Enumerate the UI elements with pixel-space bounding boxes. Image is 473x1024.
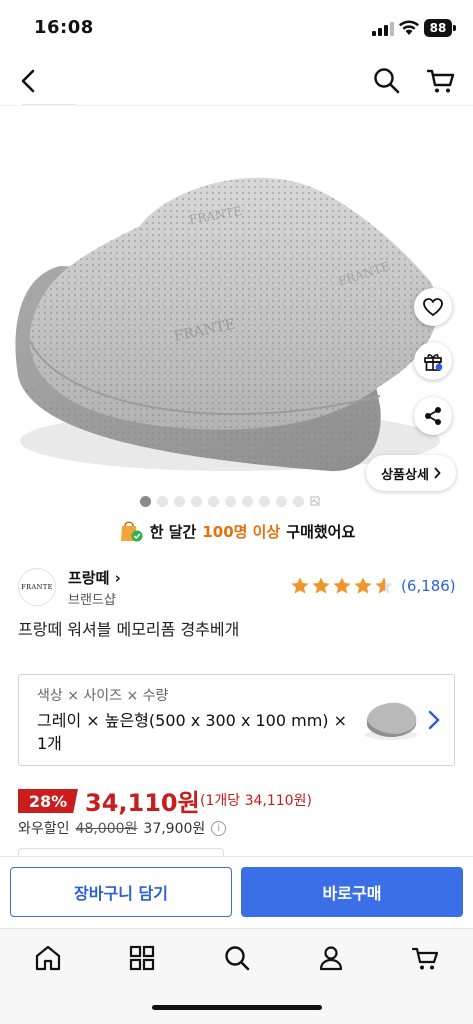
home-icon[interactable] [33,943,63,973]
gift-button[interactable] [414,342,452,380]
brand-logo-text: FRANTE [21,583,53,591]
carousel-pagination [140,495,320,507]
product-detail-label: 상품상세 [381,467,429,483]
brand-logo[interactable]: FRANTE [18,568,56,606]
buy-now-button[interactable]: 바로구매 [241,867,463,917]
add-to-cart-button[interactable]: 장바구니 담기 [10,867,232,917]
brand-shop-label: 브랜드샵 [68,593,116,608]
carousel-dot[interactable] [242,495,253,507]
search-icon[interactable] [370,64,404,98]
battery-indicator: 88 [424,19,456,37]
carousel-dot[interactable] [191,495,202,507]
signal-icon [372,22,394,36]
carousel-dot[interactable] [157,495,168,507]
wow-label: 와우할인 [18,821,70,837]
final-price: 34,110원 [85,789,200,817]
status-time: 16:08 [34,17,94,38]
original-price: 48,000원 [75,821,138,837]
carousel-dot[interactable] [208,495,219,507]
option-label: 색상 × 사이즈 × 수량 [37,688,169,704]
promo-suffix: 구매했어요 [286,522,356,541]
discount-badge: 28% [18,789,78,813]
back-icon[interactable] [14,64,44,98]
option-value: 그레이 × 높은형(500 x 300 x 100 mm) × 1개 [37,711,348,753]
chevron-right-icon [434,467,441,479]
heart-icon [423,298,443,317]
carousel-dot[interactable] [276,495,287,507]
gallery-icon[interactable] [310,496,320,506]
mypage-icon[interactable] [316,943,346,973]
gift-icon [424,354,443,371]
unit-price: (1개당 34,110원) [200,793,312,809]
shopping-bag-check-icon [120,521,143,542]
option-selector[interactable]: 색상 × 사이즈 × 수량 그레이 × 높은형(500 x 300 x 100 … [18,674,455,766]
cart-icon[interactable] [410,943,440,973]
wow-discount-row: 와우할인 48,000원 37,900원 i [18,818,227,838]
info-icon[interactable]: i [211,820,227,836]
product-image-carousel[interactable]: FRANTE FRANTE FRANTE [0,106,473,506]
purchase-action-bar: 장바구니 담기 바로구매 [0,856,473,928]
cart-icon[interactable] [424,64,458,98]
carousel-dot[interactable] [174,495,185,507]
option-thumbnail [365,702,417,740]
carousel-dot[interactable] [259,495,270,507]
rating[interactable]: (6,186) [290,576,456,596]
top-nav [0,56,473,106]
product-title: 프랑떼 워셔블 메모리폼 경추베개 [18,620,240,639]
product-image: FRANTE FRANTE FRANTE [15,177,440,472]
star-rating-icon [291,577,393,594]
search-icon[interactable] [222,943,252,973]
wishlist-button[interactable] [414,288,452,326]
product-page: 16:08 88 FRANTE FRANTE FRANTE 상품상세 한 달간 … [0,0,473,1024]
wifi-icon [399,20,419,35]
carousel-dot[interactable] [140,495,151,507]
product-detail-button[interactable]: 상품상세 [366,455,456,491]
review-count[interactable]: (6,186) [401,577,456,595]
promo-prefix: 한 달간 [149,522,197,541]
carousel-dot[interactable] [225,495,236,507]
status-bar: 16:08 88 [0,0,473,56]
carousel-dot[interactable] [293,495,304,507]
wow-price: 37,900원 [143,821,206,837]
share-button[interactable] [414,397,452,435]
share-icon [425,407,441,425]
category-icon[interactable] [127,943,157,973]
chevron-right-icon [428,710,440,730]
brand-name-link[interactable]: 프랑떼 › [68,567,121,588]
home-indicator [152,1005,322,1010]
promo-highlight: 100명 이상 [202,522,281,541]
purchase-promo-banner: 한 달간 100명 이상 구매했어요 [0,516,473,546]
